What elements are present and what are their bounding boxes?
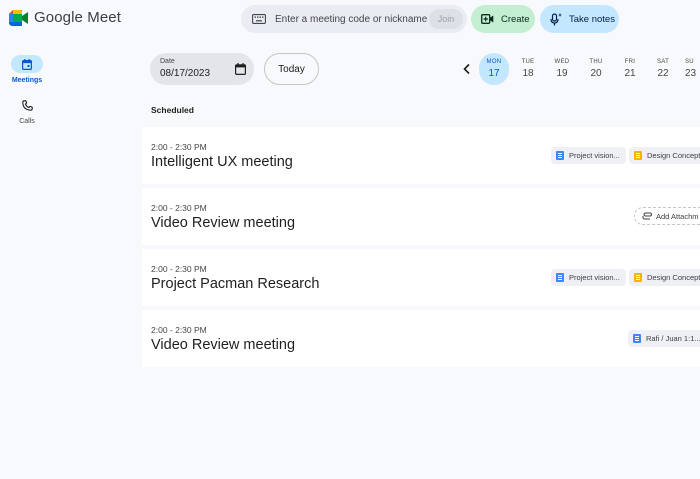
today-button[interactable]: Today [264,53,319,85]
day-number: 22 [657,68,669,79]
meet-logo-icon [9,9,29,26]
meeting-time: 2:00 - 2:30 PM [151,264,207,274]
day-number: 19 [556,68,568,79]
attachment-label: Design Concept [647,151,700,160]
nav-item-meetings[interactable]: Meetings [8,55,46,84]
meeting-title: Video Review meeting [151,337,296,353]
calendar-picker-icon[interactable] [235,63,246,75]
day-number: 18 [522,68,534,79]
slides-icon [634,273,642,282]
date-field-label: Date [160,58,175,65]
mic-sparkle-icon [550,12,562,25]
day-name: MON [486,59,502,65]
meeting-time: 2:00 - 2:30 PM [151,142,207,152]
attachment-label: Design Concept [647,273,700,282]
add-attachment-label: Add Attachm [656,211,699,221]
nav-label: Meetings [11,77,43,84]
day-fri[interactable]: FRI 21 [615,53,645,85]
attachment-chip[interactable]: Project vision... [551,269,626,286]
add-attachment-button[interactable]: Add Attachm [634,207,700,225]
chevron-left-icon[interactable] [462,63,472,75]
paperclip-icon [642,212,652,220]
meeting-time: 2:00 - 2:30 PM [151,325,207,335]
docs-icon [556,151,564,160]
day-number: 23 [685,68,697,79]
keyboard-icon [252,14,266,24]
take-notes-button[interactable]: Take notes [540,5,619,33]
nav-item-calls[interactable]: Calls [8,96,46,125]
meeting-title: Video Review meeting [151,215,296,231]
meeting-code-search[interactable]: Enter a meeting code or nickname Join [241,5,467,33]
attachment-label: Project vision... [569,273,620,282]
meeting-time: 2:00 - 2:30 PM [151,203,207,213]
day-number: 21 [624,68,636,79]
app-name: Google Meet [34,9,121,26]
attachment-chip[interactable]: Design Concept [629,147,700,164]
create-button[interactable]: Create [471,5,535,33]
join-button[interactable]: Join [429,9,463,29]
phone-icon [21,99,33,111]
day-sat[interactable]: SAT 22 [648,53,678,85]
date-field[interactable]: Date 08/17/2023 [150,53,254,85]
day-name: SU [685,59,694,65]
day-mon[interactable]: MON 17 [479,53,509,85]
nav-label: Calls [19,118,35,125]
meeting-card[interactable]: 2:00 - 2:30 PM Video Review meeting Rafi… [142,310,700,367]
day-name: FRI [624,59,636,65]
take-notes-label: Take notes [569,13,615,25]
day-name: THU [589,59,603,65]
day-number: 17 [488,68,500,79]
attachment-label: Project vision... [569,151,620,160]
docs-icon [556,273,564,282]
attachment-label: Rafi / Juan 1:1... [646,334,700,343]
app-logo[interactable]: Google Meet [9,9,121,26]
search-input[interactable]: Enter a meeting code or nickname [275,14,427,25]
day-name: WED [554,59,570,65]
date-input[interactable]: 08/17/2023 [160,68,210,79]
section-title: Scheduled [151,105,194,115]
meeting-title: Intelligent UX meeting [151,154,293,170]
slides-icon [634,151,642,160]
day-thu[interactable]: THU 20 [581,53,611,85]
day-sun[interactable]: SU 23 [682,53,700,85]
meeting-card[interactable]: 2:00 - 2:30 PM Intelligent UX meeting Pr… [142,127,700,184]
day-name: SAT [656,59,670,65]
attachment-chip[interactable]: Rafi / Juan 1:1... [628,330,700,347]
create-label: Create [501,13,530,25]
attachment-chip[interactable]: Project vision... [551,147,626,164]
meeting-title: Project Pacman Research [151,276,320,292]
attachment-chip[interactable]: Design Concept [629,269,700,286]
day-name: TUE [521,59,535,65]
day-tue[interactable]: TUE 18 [513,53,543,85]
video-add-icon [481,14,494,24]
docs-icon [633,334,641,343]
day-wed[interactable]: WED 19 [547,53,577,85]
calendar-icon [22,58,32,70]
meeting-card[interactable]: 2:00 - 2:30 PM Project Pacman Research P… [142,249,700,306]
meeting-card[interactable]: 2:00 - 2:30 PM Video Review meeting Add … [142,188,700,245]
day-number: 20 [590,68,602,79]
